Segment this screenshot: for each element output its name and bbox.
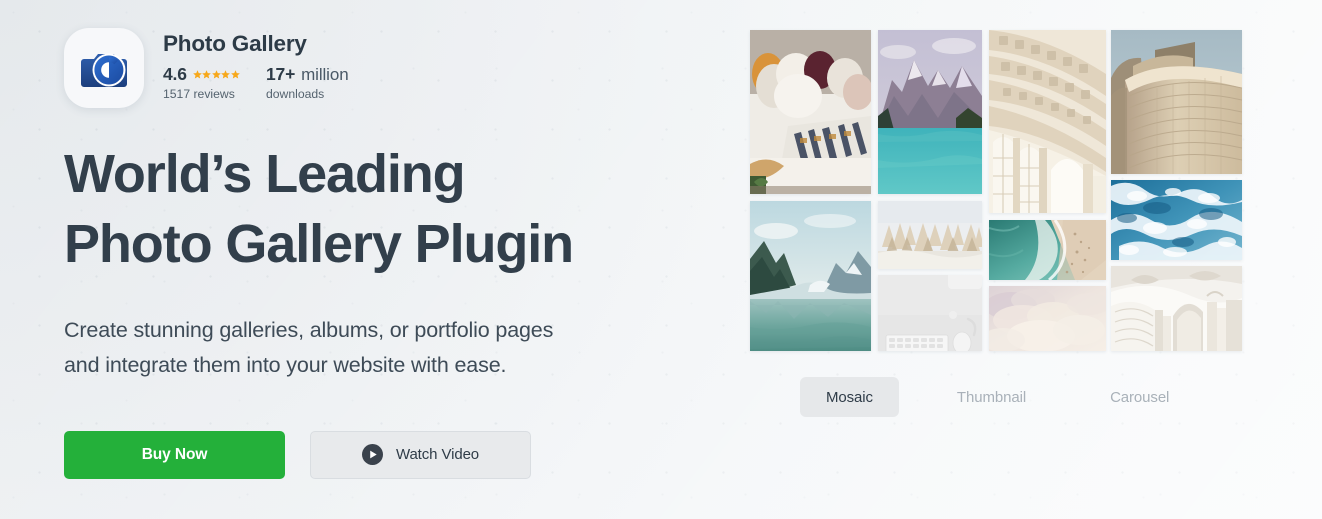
play-circle-icon — [361, 444, 383, 466]
tile-desk-keyboard-image — [878, 275, 982, 351]
reviews-count-label: 1517 reviews — [163, 87, 235, 101]
camera-g-logo-icon — [64, 28, 144, 108]
page-subtitle: Create stunning galleries, albums, or po… — [64, 313, 724, 383]
tile-ocean-waves[interactable] — [1111, 180, 1242, 260]
tile-arched-hall[interactable] — [989, 30, 1106, 213]
tile-pink-clouds-image — [989, 286, 1106, 351]
app-title: Photo Gallery — [163, 31, 307, 56]
tile-pillows-sofa-image — [750, 30, 871, 194]
stats-row: 4.6 1517 reviews 17+ million downloads — [163, 63, 349, 101]
tile-frosted-forest[interactable] — [878, 201, 982, 269]
tile-lake-reflection-image — [750, 201, 871, 351]
tile-white-interior[interactable] — [1111, 266, 1242, 351]
downloads-sub-label: downloads — [266, 87, 325, 101]
tile-pink-clouds[interactable] — [989, 286, 1106, 351]
tile-ocean-waves-image — [1111, 180, 1242, 260]
hero-content-column: Photo Gallery 4.6 1517 reviews 17+ milli… — [64, 28, 724, 479]
tile-mountain-lake-image — [878, 30, 982, 194]
headline-line-2: Photo Gallery Plugin — [64, 213, 574, 274]
hero-section: Photo Gallery 4.6 1517 reviews 17+ milli… — [0, 0, 1322, 519]
tile-white-interior-image — [1111, 266, 1242, 351]
subhead-line-1: Create stunning galleries, albums, or po… — [64, 318, 554, 343]
tab-mosaic[interactable]: Mosaic — [800, 377, 899, 417]
tile-curved-building-image — [1111, 30, 1242, 174]
subhead-line-2: and integrate them into your website wit… — [64, 353, 507, 378]
gallery-layout-tabs: Mosaic Thumbnail Carousel — [750, 377, 1242, 417]
tile-arched-hall-image — [989, 30, 1106, 213]
watch-video-label: Watch Video — [395, 446, 480, 464]
tile-frosted-forest-image — [878, 201, 982, 269]
rating-value-row: 4.6 — [163, 63, 266, 84]
tile-mountain-lake[interactable] — [878, 30, 982, 194]
gallery-preview-panel: Mosaic Thumbnail Carousel — [750, 28, 1242, 417]
tile-curved-building[interactable] — [1111, 30, 1242, 174]
tile-desk-keyboard[interactable] — [878, 275, 982, 351]
brand-row: Photo Gallery 4.6 1517 reviews 17+ milli… — [64, 28, 724, 108]
downloads-value-row: 17+ million — [266, 63, 349, 84]
brand-meta: Photo Gallery 4.6 1517 reviews 17+ milli… — [163, 28, 349, 100]
watch-video-button[interactable]: Watch Video — [310, 430, 531, 479]
cta-row: Buy Now Watch Video — [64, 430, 724, 479]
headline-line-1: World’s Leading — [64, 144, 466, 204]
tile-beach-shore[interactable] — [989, 220, 1106, 280]
tile-beach-shore-image — [989, 220, 1106, 280]
downloads-unit: million — [301, 64, 349, 84]
tile-lake-reflection[interactable] — [750, 201, 871, 351]
five-stars-icon — [192, 70, 240, 79]
downloads-stat-block: 17+ million downloads — [266, 63, 349, 101]
tab-carousel[interactable]: Carousel — [1084, 377, 1195, 417]
mosaic-gallery-grid — [750, 28, 1242, 351]
downloads-value: 17+ — [266, 63, 296, 84]
buy-now-button[interactable]: Buy Now — [64, 430, 285, 479]
tile-pillows-sofa[interactable] — [750, 30, 871, 194]
tab-thumbnail[interactable]: Thumbnail — [931, 377, 1052, 417]
rating-value: 4.6 — [163, 63, 187, 84]
rating-stat-block: 4.6 1517 reviews — [163, 63, 266, 101]
page-title: World’s Leading Photo Gallery Plugin — [64, 140, 724, 279]
